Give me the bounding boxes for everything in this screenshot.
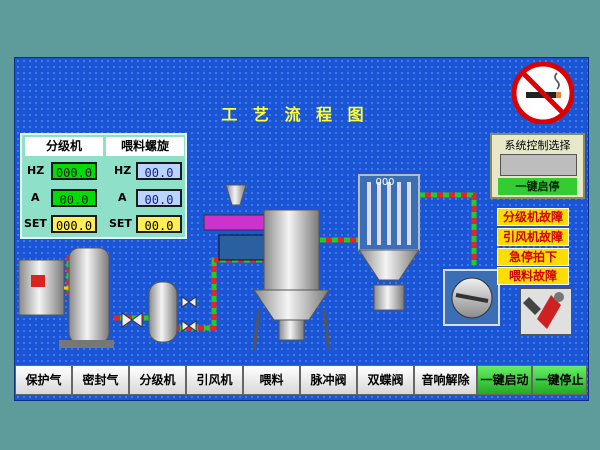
- feed-fault-alarm: 喂料故障: [497, 267, 569, 285]
- control-selector-switch[interactable]: [500, 154, 577, 176]
- one-key-start-stop-button[interactable]: 一键启停: [498, 178, 577, 195]
- tools-icon[interactable]: [520, 288, 572, 335]
- one-key-stop-button[interactable]: 一键停止: [532, 365, 587, 395]
- classifier-button[interactable]: 分级机: [129, 365, 186, 395]
- control-title: 系统控制选择: [504, 139, 571, 152]
- protective-gas-button[interactable]: 保护气: [15, 365, 72, 395]
- classifier-header: 分级机: [25, 137, 103, 156]
- silence-alarm-button[interactable]: 音响解除: [414, 365, 477, 395]
- fan-fault-alarm: 引风机故障: [497, 228, 569, 246]
- pulse-valve-button[interactable]: 脉冲阀: [300, 365, 357, 395]
- double-butterfly-valve-button[interactable]: 双蝶阀: [357, 365, 414, 395]
- classifier-fault-alarm: 分级机故障: [497, 208, 569, 226]
- feeder-header: 喂料螺旋: [106, 137, 184, 156]
- sealing-gas-button[interactable]: 密封气: [72, 365, 129, 395]
- no-smoking-icon: [511, 61, 575, 125]
- fan-button[interactable]: 引风机: [186, 365, 243, 395]
- button-bar: 保护气 密封气 分级机 引风机 喂料 脉冲阀 双蝶阀 音响解除 一键启动 一键停…: [14, 365, 587, 397]
- emergency-stop-alarm: 急停拍下: [497, 248, 569, 266]
- one-key-start-button[interactable]: 一键启动: [477, 365, 532, 395]
- system-control-panel: 系统控制选择 一键启停: [490, 133, 585, 199]
- page-title: 工 艺 流 程 图: [221, 105, 369, 124]
- feed-button[interactable]: 喂料: [243, 365, 300, 395]
- process-diagram: [18, 174, 500, 351]
- filter-label: 000: [375, 177, 395, 188]
